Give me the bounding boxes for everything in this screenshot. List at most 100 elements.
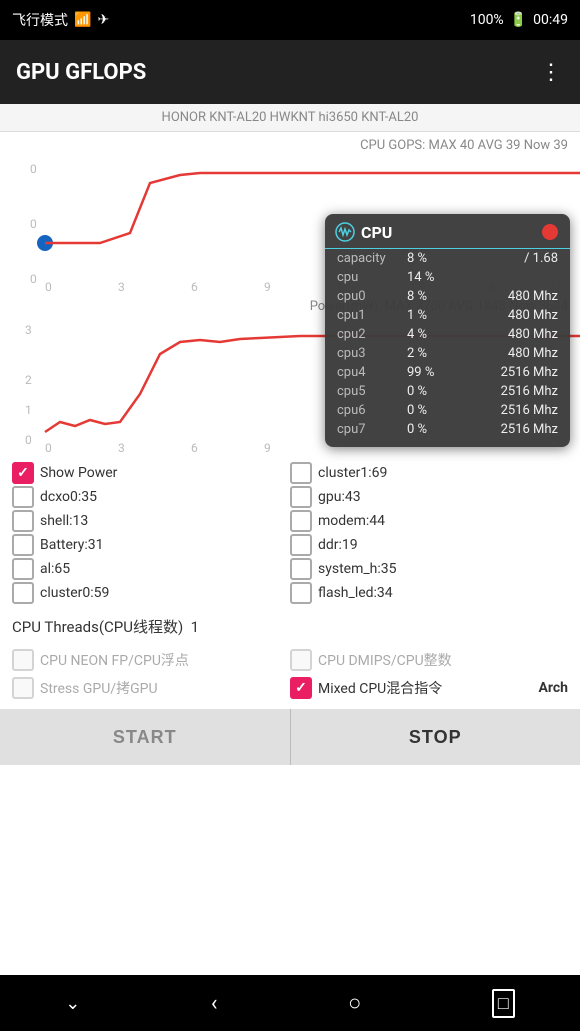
cb-flash-led-label: flash_led:34 (318, 585, 393, 601)
cb-gpu[interactable] (290, 486, 312, 508)
checkbox-row-3: shell:13 modem:44 (12, 510, 568, 532)
cb-flash-led[interactable] (290, 582, 312, 604)
battery-percent: 100% (470, 12, 504, 28)
cb-al[interactable] (12, 558, 34, 580)
app-bar: GPU GFLOPS ⋮ (0, 40, 580, 104)
svg-text:0: 0 (30, 162, 37, 176)
cb-ddr[interactable] (290, 534, 312, 556)
menu-button[interactable]: ⋮ (540, 60, 564, 85)
svg-text:0: 0 (45, 441, 52, 454)
svg-text:0: 0 (45, 280, 52, 293)
svg-text:3: 3 (25, 323, 32, 337)
cb-battery-label: Battery:31 (40, 537, 104, 553)
cb-stress-gpu[interactable] (12, 677, 34, 699)
cb-cluster1[interactable] (290, 462, 312, 484)
cpu-popup-header: CPU (325, 214, 570, 249)
cpu-popup-title: CPU (335, 222, 392, 242)
stop-button[interactable]: STOP (290, 709, 580, 765)
device-info: HONOR KNT-AL20 HWKNT hi3650 KNT-AL20 (0, 104, 580, 132)
button-row: START STOP (0, 709, 580, 765)
checkbox-row-4: Battery:31 ddr:19 (12, 534, 568, 556)
chart2-container: 3 2 1 0 0 3 6 9 CPU (0, 314, 580, 454)
checkbox-cluster0[interactable]: cluster0:59 (12, 582, 290, 604)
svg-text:0: 0 (30, 217, 37, 231)
checkbox-shell[interactable]: shell:13 (12, 510, 290, 532)
cpu-row-cpu2: cpu2 4 % 480 Mhz (325, 325, 570, 344)
svg-text:2: 2 (25, 373, 32, 387)
svg-text:3: 3 (118, 280, 125, 293)
start-button[interactable]: START (0, 709, 290, 765)
status-flight-mode: 飞行模式 (12, 10, 68, 30)
cb-shell[interactable] (12, 510, 34, 532)
time-display: 00:49 (533, 12, 568, 28)
cpu-row-capacity: capacity 8 % / 1.68 (325, 249, 570, 268)
svg-text:9: 9 (264, 280, 271, 293)
nav-down-icon[interactable]: ⌄ (65, 993, 80, 1014)
checkbox-cluster1[interactable]: cluster1:69 (290, 462, 568, 484)
cpu-row-cpu6: cpu6 0 % 2516 Mhz (325, 401, 570, 420)
cb-al-label: al:65 (40, 561, 70, 577)
option-mixed-cpu[interactable]: Mixed CPU混合指令 Arch (290, 677, 568, 699)
nav-back-icon[interactable]: ‹ (211, 991, 218, 1016)
cb-cluster1-label: cluster1:69 (318, 465, 387, 481)
cb-dmips-label: CPU DMIPS/CPU整数 (318, 650, 452, 670)
checkbox-battery[interactable]: Battery:31 (12, 534, 290, 556)
checkbox-show-power[interactable]: Show Power (12, 462, 290, 484)
cb-ddr-label: ddr:19 (318, 537, 358, 553)
option-neon-fp[interactable]: CPU NEON FP/CPU浮点 (12, 649, 290, 671)
checkbox-row-2: dcxo0:35 gpu:43 (12, 486, 568, 508)
svg-text:1: 1 (25, 403, 32, 417)
cpu-wave-icon (335, 222, 355, 242)
svg-text:6: 6 (191, 441, 198, 454)
cb-cluster0[interactable] (12, 582, 34, 604)
cb-dmips[interactable] (290, 649, 312, 671)
option-dmips[interactable]: CPU DMIPS/CPU整数 (290, 649, 568, 671)
checkbox-row-6: cluster0:59 flash_led:34 (12, 582, 568, 604)
cb-dcxo0-label: dcxo0:35 (40, 489, 97, 505)
checkbox-gpu[interactable]: gpu:43 (290, 486, 568, 508)
svg-text:0: 0 (25, 433, 32, 447)
checkbox-ddr[interactable]: ddr:19 (290, 534, 568, 556)
cb-mixed-cpu-label: Mixed CPU混合指令 (318, 678, 442, 698)
cpu-row-cpu5: cpu5 0 % 2516 Mhz (325, 382, 570, 401)
thread-count-value: 1 (191, 618, 199, 636)
checkbox-row-1: Show Power cluster1:69 (12, 462, 568, 484)
cb-mixed-cpu[interactable] (290, 677, 312, 699)
cb-shell-label: shell:13 (40, 513, 88, 529)
nav-recent-icon[interactable]: □ (492, 989, 515, 1018)
checkboxes-panel: Show Power cluster1:69 dcxo0:35 gpu:43 s… (0, 454, 580, 610)
checkbox-system-h[interactable]: system_h:35 (290, 558, 568, 580)
cpu-row-cpu4: cpu4 99 % 2516 Mhz (325, 363, 570, 382)
thread-count-label: CPU Threads(CPU线程数) (12, 618, 183, 636)
option-stress-gpu[interactable]: Stress GPU/拷GPU (12, 677, 290, 699)
cb-battery[interactable] (12, 534, 34, 556)
cb-modem[interactable] (290, 510, 312, 532)
cpu-row-cpu7: cpu7 0 % 2516 Mhz (325, 420, 570, 439)
sim-icon: 📶 (74, 12, 91, 28)
checkbox-modem[interactable]: modem:44 (290, 510, 568, 532)
chart1-label: CPU GOPS: MAX 40 AVG 39 Now 39 (0, 132, 580, 153)
cpu-row-cpu: cpu 14 % (325, 268, 570, 287)
cb-show-power[interactable] (12, 462, 34, 484)
nav-home-icon[interactable]: ○ (348, 990, 361, 1016)
cpu-row-cpu0: cpu0 8 % 480 Mhz (325, 287, 570, 306)
cb-system-h[interactable] (290, 558, 312, 580)
cpu-record-indicator (542, 224, 558, 240)
cb-neon-fp[interactable] (12, 649, 34, 671)
status-right: 100% 🔋 00:49 (470, 12, 568, 28)
checkbox-al[interactable]: al:65 (12, 558, 290, 580)
checkbox-row-5: al:65 system_h:35 (12, 558, 568, 580)
svg-text:3: 3 (118, 441, 125, 454)
cpu-row-cpu1: cpu1 1 % 480 Mhz (325, 306, 570, 325)
cb-neon-fp-label: CPU NEON FP/CPU浮点 (40, 650, 189, 670)
cb-dcxo0[interactable] (12, 486, 34, 508)
thread-count: CPU Threads(CPU线程数) 1 (0, 610, 580, 643)
svg-text:0: 0 (30, 272, 37, 286)
checkbox-flash-led[interactable]: flash_led:34 (290, 582, 568, 604)
cb-system-h-label: system_h:35 (318, 561, 397, 577)
cpu-popup: CPU capacity 8 % / 1.68 cpu 14 % cpu0 8 … (325, 214, 570, 447)
svg-text:6: 6 (191, 280, 198, 293)
cb-modem-label: modem:44 (318, 513, 385, 529)
svg-text:9: 9 (264, 441, 271, 454)
checkbox-dcxo0[interactable]: dcxo0:35 (12, 486, 290, 508)
